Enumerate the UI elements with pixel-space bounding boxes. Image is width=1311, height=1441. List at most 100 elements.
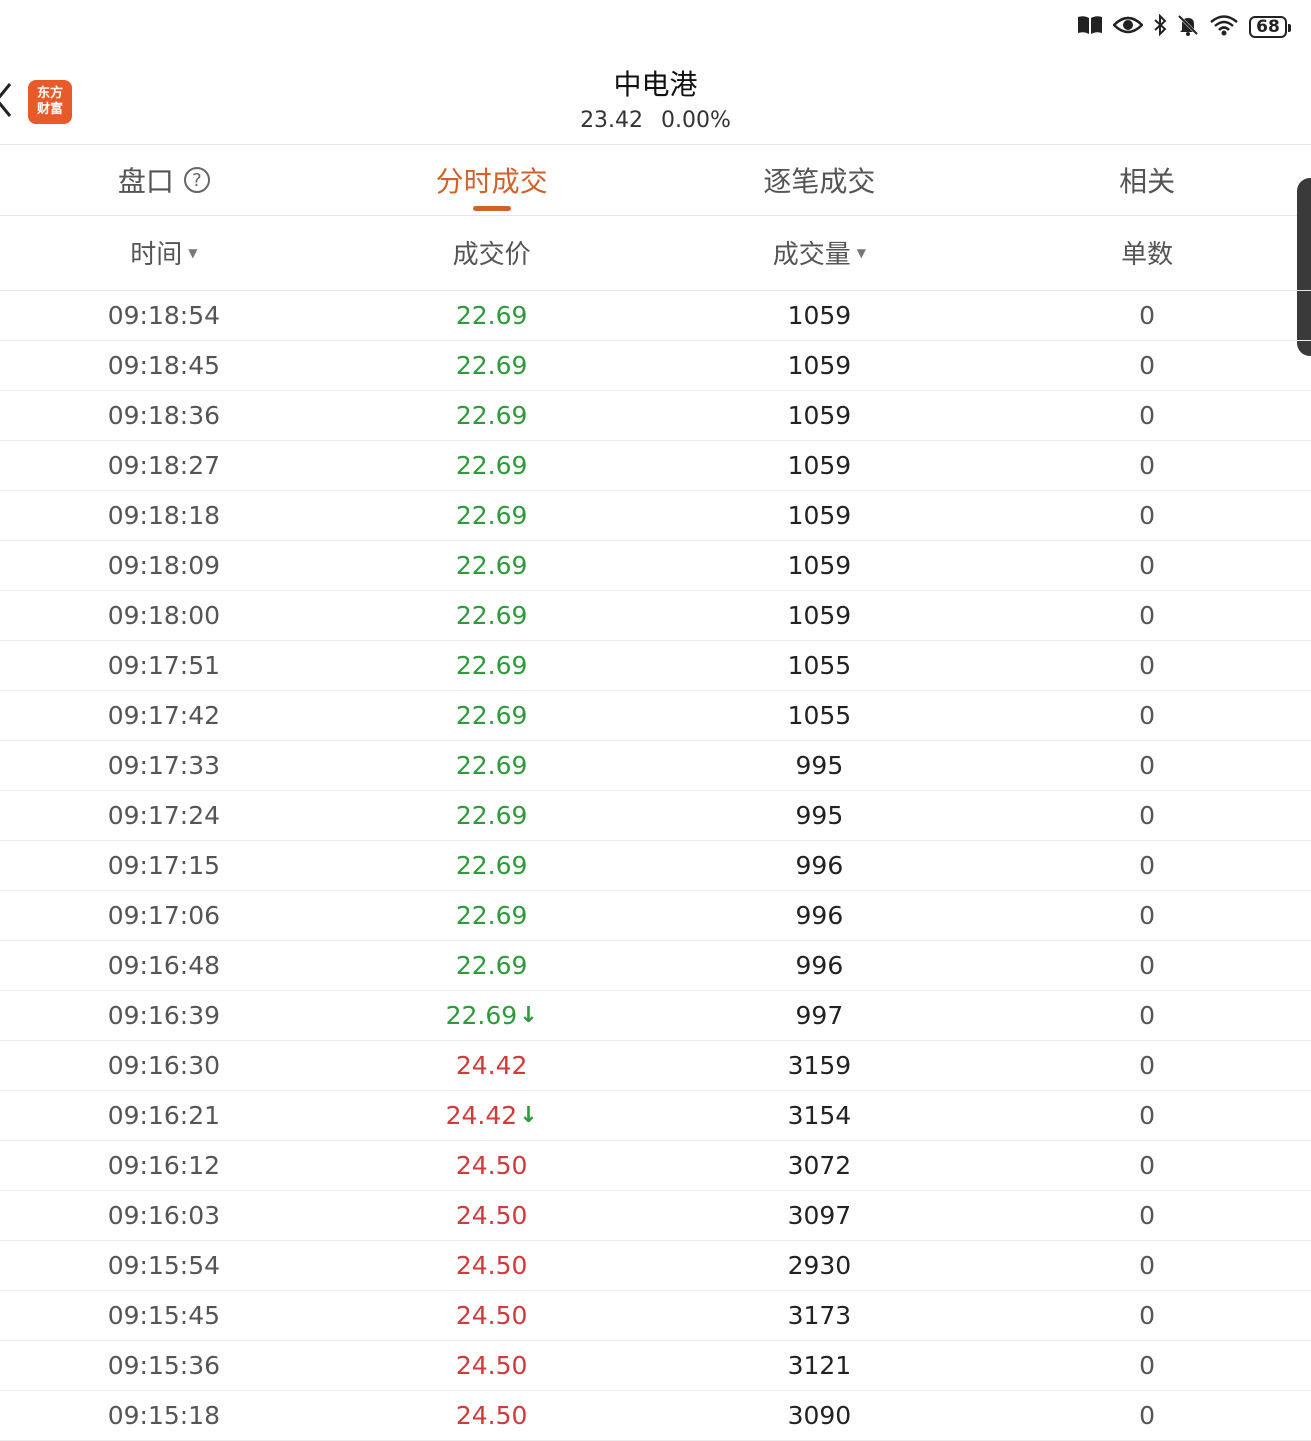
cell-price: 22.69 bbox=[328, 841, 656, 890]
price-value: 22.69 bbox=[455, 801, 528, 830]
table-row: 09:15:54 24.50 2930 0 bbox=[0, 1241, 1311, 1291]
cell-price: 24.50 bbox=[328, 1191, 656, 1240]
cell-price: 22.69 bbox=[328, 541, 656, 590]
price-value: 24.50 bbox=[455, 1301, 528, 1330]
cell-count: 0 bbox=[1139, 501, 1156, 530]
cell-volume: 997 bbox=[795, 1001, 844, 1030]
cell-time: 09:17:42 bbox=[107, 701, 221, 730]
status-icons: 68 bbox=[1077, 13, 1291, 40]
cell-count: 0 bbox=[1139, 1201, 1156, 1230]
cell-count: 0 bbox=[1139, 1351, 1156, 1380]
price-value: 22.69 bbox=[455, 751, 528, 780]
status-bar: 68 bbox=[0, 0, 1311, 60]
table-row: 09:15:36 24.50 3121 0 bbox=[0, 1341, 1311, 1391]
cell-time: 09:15:18 bbox=[107, 1401, 221, 1430]
cell-price: 22.69 bbox=[328, 691, 656, 740]
price-value: 24.50 bbox=[455, 1251, 528, 1280]
tab-orderbook[interactable]: 盘口 ? bbox=[0, 145, 328, 215]
price-value: 22.69 bbox=[455, 301, 528, 330]
cell-time: 09:15:54 bbox=[107, 1251, 221, 1280]
cell-time: 09:18:36 bbox=[107, 401, 221, 430]
tab-minute-trades[interactable]: 分时成交 bbox=[328, 145, 656, 215]
cell-time: 09:16:12 bbox=[107, 1151, 221, 1180]
table-row: 09:18:00 22.69 1059 0 bbox=[0, 591, 1311, 641]
cell-price: 22.69 bbox=[328, 341, 656, 390]
cell-price: 22.69 ↓ bbox=[328, 991, 656, 1040]
price-value: 24.50 bbox=[455, 1151, 528, 1180]
cell-price: 24.42 ↓ bbox=[328, 1091, 656, 1140]
tab-related[interactable]: 相关 bbox=[983, 145, 1311, 215]
sort-caret-icon: ▼ bbox=[188, 245, 198, 260]
table-row: 09:18:09 22.69 1059 0 bbox=[0, 541, 1311, 591]
cell-price: 24.50 bbox=[328, 1141, 656, 1190]
arrow-down-icon: ↓ bbox=[519, 1003, 538, 1028]
price-value: 22.69 bbox=[445, 1001, 518, 1030]
table-row: 09:17:06 22.69 996 0 bbox=[0, 891, 1311, 941]
table-row: 09:16:21 24.42 ↓ 3154 0 bbox=[0, 1091, 1311, 1141]
cell-time: 09:18:54 bbox=[107, 301, 221, 330]
price-value: 24.50 bbox=[455, 1351, 528, 1380]
cell-volume: 3154 bbox=[787, 1101, 852, 1130]
stock-quote: 23.42 0.00% bbox=[0, 108, 1311, 133]
cell-count: 0 bbox=[1139, 851, 1156, 880]
table-row: 09:18:36 22.69 1059 0 bbox=[0, 391, 1311, 441]
battery-level: 68 bbox=[1256, 17, 1280, 37]
column-time[interactable]: 时间 ▼ bbox=[0, 215, 328, 290]
table-row: 09:16:39 22.69 ↓ 997 0 bbox=[0, 991, 1311, 1041]
cell-time: 09:18:00 bbox=[107, 601, 221, 630]
price-value: 24.50 bbox=[455, 1401, 528, 1430]
tab-label: 逐笔成交 bbox=[763, 165, 876, 198]
cell-volume: 3159 bbox=[787, 1051, 852, 1080]
cell-volume: 1059 bbox=[787, 501, 852, 530]
cell-time: 09:16:03 bbox=[107, 1201, 221, 1230]
cell-volume: 995 bbox=[795, 801, 844, 830]
tab-tick-trades[interactable]: 逐笔成交 bbox=[656, 145, 984, 215]
cell-volume: 1059 bbox=[787, 401, 852, 430]
trade-list[interactable]: 09:18:54 22.69 1059 0 09:18:45 22.69 1059 0 09:1… bbox=[0, 291, 1311, 1441]
cell-count: 0 bbox=[1139, 601, 1156, 630]
cell-price: 22.69 bbox=[328, 591, 656, 640]
cell-volume: 3121 bbox=[787, 1351, 852, 1380]
table-row: 09:16:03 24.50 3097 0 bbox=[0, 1191, 1311, 1241]
price-value: 22.69 bbox=[455, 651, 528, 680]
cell-time: 09:18:18 bbox=[107, 501, 221, 530]
stock-price: 23.42 bbox=[580, 108, 644, 133]
cell-count: 0 bbox=[1139, 1001, 1156, 1030]
book-icon bbox=[1077, 15, 1103, 39]
cell-volume: 3072 bbox=[787, 1151, 852, 1180]
table-row: 09:17:33 22.69 995 0 bbox=[0, 741, 1311, 791]
cell-volume: 3173 bbox=[787, 1301, 852, 1330]
cell-count: 0 bbox=[1139, 751, 1156, 780]
wifi-icon bbox=[1209, 14, 1239, 40]
cell-count: 0 bbox=[1139, 1101, 1156, 1130]
cell-count: 0 bbox=[1139, 951, 1156, 980]
cell-price: 22.69 bbox=[328, 891, 656, 940]
cell-count: 0 bbox=[1139, 1151, 1156, 1180]
tab-label: 相关 bbox=[1119, 165, 1176, 198]
cell-time: 09:17:24 bbox=[107, 801, 221, 830]
cell-volume: 995 bbox=[795, 751, 844, 780]
price-value: 22.69 bbox=[455, 851, 528, 880]
cell-price: 22.69 bbox=[328, 741, 656, 790]
cell-price: 24.50 bbox=[328, 1341, 656, 1390]
price-value: 22.69 bbox=[455, 401, 528, 430]
cell-count: 0 bbox=[1139, 1251, 1156, 1280]
cell-count: 0 bbox=[1139, 301, 1156, 330]
tab-bar: 盘口 ? 分时成交 逐笔成交 相关 bbox=[0, 144, 1311, 216]
column-volume[interactable]: 成交量 ▼ bbox=[656, 215, 984, 290]
cell-volume: 996 bbox=[795, 951, 844, 980]
cell-price: 22.69 bbox=[328, 291, 656, 340]
table-row: 09:17:24 22.69 995 0 bbox=[0, 791, 1311, 841]
sort-caret-icon: ▼ bbox=[856, 245, 866, 260]
tab-label: 分时成交 bbox=[435, 165, 548, 198]
table-row: 09:18:18 22.69 1059 0 bbox=[0, 491, 1311, 541]
table-row: 09:18:54 22.69 1059 0 bbox=[0, 291, 1311, 341]
column-label: 时间 bbox=[130, 240, 183, 270]
cell-volume: 1059 bbox=[787, 351, 852, 380]
table-row: 09:17:15 22.69 996 0 bbox=[0, 841, 1311, 891]
cell-price: 22.69 bbox=[328, 791, 656, 840]
help-icon[interactable]: ? bbox=[183, 167, 210, 193]
cell-count: 0 bbox=[1139, 351, 1156, 380]
cell-time: 09:18:09 bbox=[107, 551, 221, 580]
battery-icon: 68 bbox=[1249, 16, 1291, 38]
